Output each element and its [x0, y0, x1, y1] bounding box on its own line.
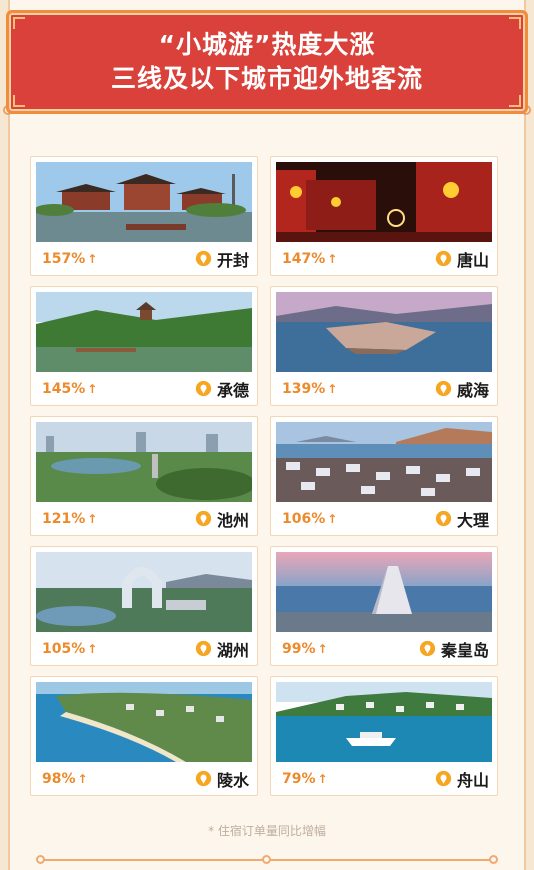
growth-rate: 121% ↑: [42, 510, 98, 527]
city-card[interactable]: 79% ↑ 舟山: [270, 676, 498, 796]
banner-corner-ornament: [13, 17, 25, 29]
up-arrow-icon: ↑: [77, 771, 88, 786]
divider-ornament: [36, 855, 45, 864]
growth-rate: 99% ↑: [282, 640, 328, 657]
city-photo: [36, 422, 252, 502]
title-line-1: “小城游”热度大涨: [158, 30, 376, 59]
footnote: * 住宿订单量同比增幅: [208, 824, 326, 838]
banner-corner-ornament: [13, 95, 25, 107]
divider-ornament: [489, 855, 498, 864]
location-pin-icon: [435, 510, 452, 527]
up-arrow-icon: ↑: [87, 511, 98, 526]
city-grid: 157% ↑ 开封 147% ↑ 唐山 145% ↑ 承德 139% ↑ 威海 …: [30, 156, 500, 796]
city-card[interactable]: 106% ↑ 大理: [270, 416, 498, 536]
location-pin-icon: [435, 380, 452, 397]
location-pin-icon: [195, 380, 212, 397]
city-card[interactable]: 145% ↑ 承德: [30, 286, 258, 406]
location-pin-icon: [195, 640, 212, 657]
city-photo: [276, 682, 492, 762]
city-name: 大理: [456, 510, 489, 530]
city-photo: [36, 552, 252, 632]
city-card[interactable]: 105% ↑ 湖州: [30, 546, 258, 666]
up-arrow-icon: ↑: [317, 641, 328, 656]
city-name: 承德: [216, 380, 249, 400]
growth-rate: 79% ↑: [282, 770, 328, 787]
city-name: 唐山: [456, 250, 489, 270]
growth-rate: 139% ↑: [282, 380, 338, 397]
city-card[interactable]: 121% ↑ 池州: [30, 416, 258, 536]
city-card[interactable]: 139% ↑ 威海: [270, 286, 498, 406]
city-photo: [36, 162, 252, 242]
growth-rate: 105% ↑: [42, 640, 98, 657]
growth-rate: 145% ↑: [42, 380, 98, 397]
up-arrow-icon: ↑: [87, 381, 98, 396]
city-photo: [36, 682, 252, 762]
up-arrow-icon: ↑: [327, 381, 338, 396]
city-name: 陵水: [216, 770, 249, 790]
growth-rate: 106% ↑: [282, 510, 338, 527]
title-banner: “小城游”热度大涨 三线及以下城市迎外地客流: [6, 10, 528, 114]
divider-ornament: [262, 855, 271, 864]
city-name: 开封: [216, 250, 249, 270]
growth-rate: 157% ↑: [42, 250, 98, 267]
up-arrow-icon: ↑: [327, 251, 338, 266]
city-name: 舟山: [456, 770, 489, 790]
city-name: 池州: [216, 510, 249, 530]
city-photo: [36, 292, 252, 372]
city-card[interactable]: 157% ↑ 开封: [30, 156, 258, 276]
city-photo: [276, 162, 492, 242]
city-name: 湖州: [216, 640, 249, 660]
location-pin-icon: [435, 770, 452, 787]
location-pin-icon: [419, 640, 436, 657]
city-card[interactable]: 98% ↑ 陵水: [30, 676, 258, 796]
location-pin-icon: [195, 510, 212, 527]
banner-corner-ornament: [509, 17, 521, 29]
city-photo: [276, 292, 492, 372]
city-card[interactable]: 99% ↑ 秦皇岛: [270, 546, 498, 666]
up-arrow-icon: ↑: [317, 771, 328, 786]
city-card[interactable]: 147% ↑ 唐山: [270, 156, 498, 276]
up-arrow-icon: ↑: [87, 641, 98, 656]
title-line-2: 三线及以下城市迎外地客流: [110, 64, 423, 93]
location-pin-icon: [195, 770, 212, 787]
city-photo: [276, 552, 492, 632]
location-pin-icon: [195, 250, 212, 267]
growth-rate: 98% ↑: [42, 770, 88, 787]
up-arrow-icon: ↑: [327, 511, 338, 526]
banner-corner-ornament: [509, 95, 521, 107]
location-pin-icon: [435, 250, 452, 267]
city-photo: [276, 422, 492, 502]
city-name: 威海: [456, 380, 489, 400]
city-name: 秦皇岛: [440, 640, 489, 660]
growth-rate: 147% ↑: [282, 250, 338, 267]
up-arrow-icon: ↑: [87, 251, 98, 266]
